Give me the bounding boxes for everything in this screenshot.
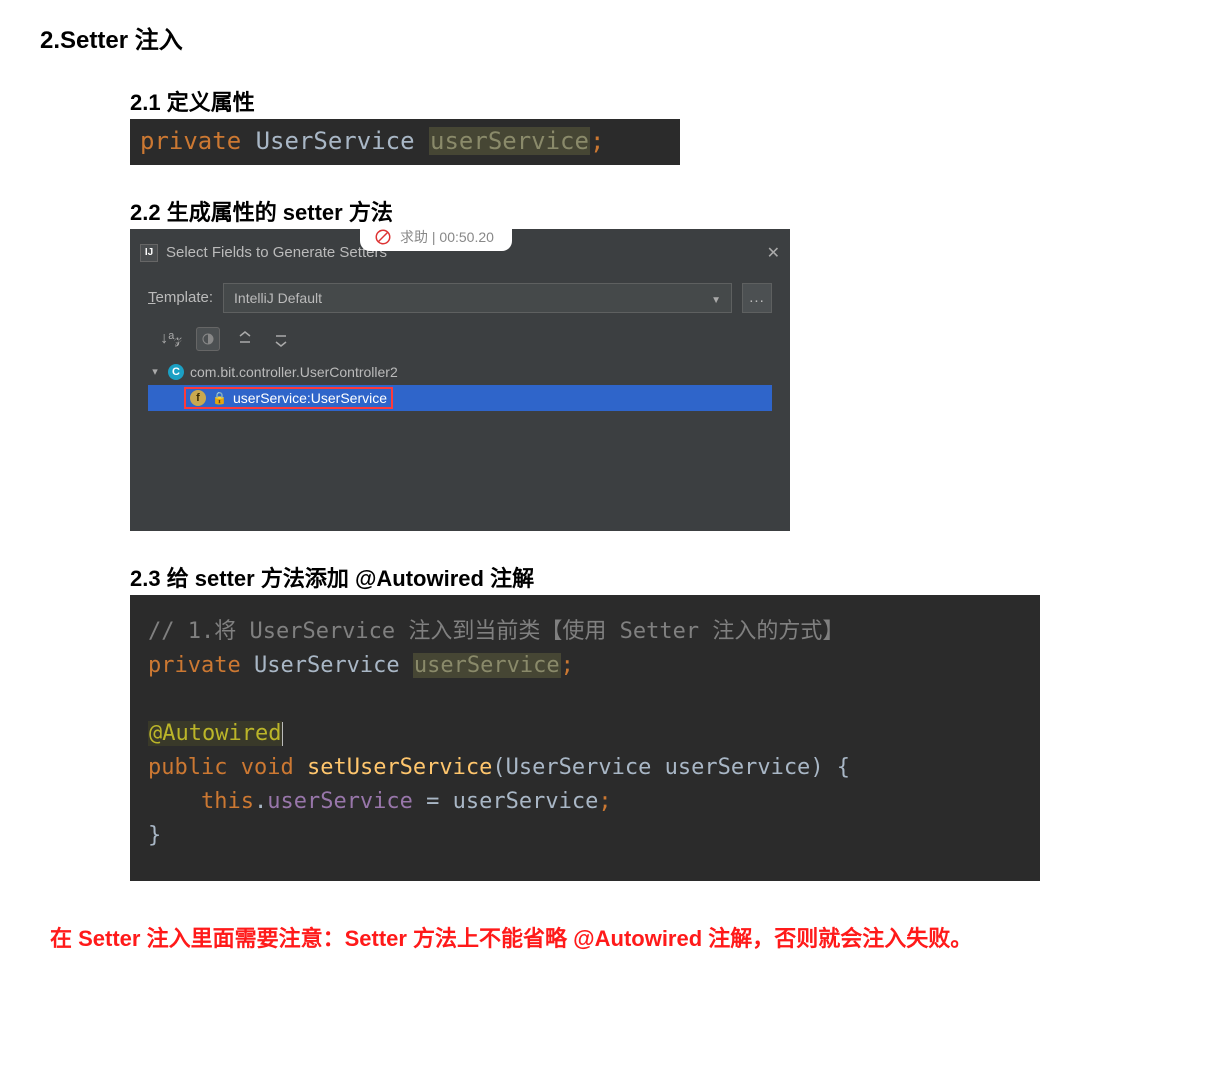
- footer-warning: 在 Setter 注入里面需要注意：Setter 方法上不能省略 @Autowi…: [50, 921, 1179, 953]
- field-tree: ▾ C com.bit.controller.UserController2 f…: [130, 359, 790, 531]
- expand-all-icon[interactable]: [234, 328, 256, 350]
- code-annotation-autowired: @Autowired: [148, 721, 282, 746]
- section-2-1: 2.1 定义属性 private UserService userService…: [130, 85, 1179, 165]
- heading-2-2: 2.2 生成属性的 setter 方法: [130, 195, 1179, 227]
- code-semicolon: ;: [598, 789, 611, 814]
- tree-field-row[interactable]: f 🔒 userService:UserService: [148, 385, 772, 411]
- generate-setters-dialog: 求助 | 00:50.20 IJ Select Fields to Genera…: [130, 229, 790, 531]
- code-type: UserService: [254, 653, 400, 678]
- filter-toggle-button[interactable]: [196, 327, 220, 351]
- code-block-define-property: private UserService userService;: [130, 119, 680, 165]
- code-variable: userService: [429, 127, 590, 155]
- chevron-down-icon: ▾: [148, 365, 162, 379]
- sort-az-icon[interactable]: ↓ᵃ𝓏: [160, 328, 182, 350]
- template-options-button[interactable]: ...: [742, 283, 772, 313]
- template-dropdown[interactable]: IntelliJ Default: [223, 283, 732, 313]
- code-type: UserService: [256, 127, 415, 155]
- heading-main: 2.Setter 注入: [40, 20, 1179, 55]
- collapse-all-icon[interactable]: [270, 328, 292, 350]
- code-method-name: setUserService: [307, 755, 492, 780]
- highlight-box: f 🔒 userService:UserService: [184, 387, 393, 409]
- code-semicolon: ;: [590, 127, 604, 155]
- code-kw-void: void: [241, 755, 294, 780]
- tree-class-label: com.bit.controller.UserController2: [190, 364, 398, 380]
- section-2-2: 2.2 生成属性的 setter 方法 求助 | 00:50.20 IJ Sel…: [130, 195, 1179, 531]
- heading-2-1: 2.1 定义属性: [130, 85, 1179, 117]
- template-label: Template:: [148, 289, 213, 306]
- code-kw-private: private: [140, 127, 241, 155]
- template-row: Template: IntelliJ Default ...: [130, 271, 790, 321]
- tree-class-row[interactable]: ▾ C com.bit.controller.UserController2: [148, 359, 772, 385]
- code-kw-public: public: [148, 755, 227, 780]
- forbidden-icon: [374, 228, 392, 246]
- code-block-setter-autowired: // 1.将 UserService 注入到当前类【使用 Setter 注入的方…: [130, 595, 1040, 882]
- heading-2-3: 2.3 给 setter 方法添加 @Autowired 注解: [130, 561, 1179, 593]
- lock-icon: 🔒: [212, 391, 227, 405]
- code-property: userService: [267, 789, 413, 814]
- dialog-toolbar: ↓ᵃ𝓏: [130, 321, 790, 359]
- code-kw-private: private: [148, 653, 241, 678]
- code-rhs: userService: [453, 789, 599, 814]
- code-semicolon: ;: [561, 653, 574, 678]
- field-badge-icon: f: [190, 390, 206, 406]
- code-kw-this: this: [201, 789, 254, 814]
- popup-record-text: 求助 | 00:50.20: [400, 227, 494, 247]
- tree-field-label: userService:UserService: [233, 390, 387, 406]
- popup-record-badge: 求助 | 00:50.20: [360, 225, 512, 251]
- code-comment: // 1.将 UserService 注入到当前类【使用 Setter 注入的方…: [148, 619, 844, 644]
- class-badge-icon: C: [168, 364, 184, 380]
- code-variable: userService: [413, 653, 561, 678]
- template-selected-value: IntelliJ Default: [234, 290, 322, 306]
- code-param-name: userService: [665, 755, 811, 780]
- circle-half-icon: [201, 332, 215, 346]
- text-cursor: [282, 722, 283, 746]
- section-2-3: 2.3 给 setter 方法添加 @Autowired 注解 // 1.将 U…: [130, 561, 1179, 882]
- chevron-down-icon: [711, 290, 721, 306]
- intellij-icon: IJ: [140, 244, 158, 262]
- code-param-type: UserService: [506, 755, 652, 780]
- close-icon[interactable]: ✕: [767, 243, 780, 263]
